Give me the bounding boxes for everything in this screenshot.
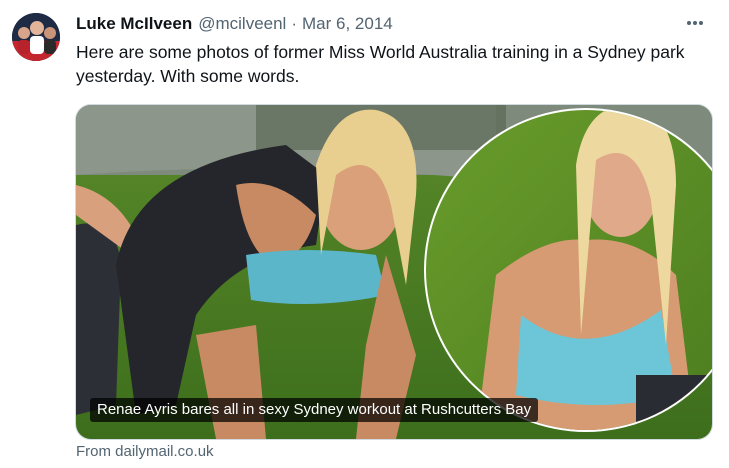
card-source-link[interactable]: From dailymail.co.uk [76, 443, 214, 460]
more-horizontal-icon [687, 21, 703, 25]
tweet-header: Luke McIlveen @mcilveenl · Mar 6, 2014 [76, 13, 709, 35]
avatar-photo [12, 13, 60, 61]
media-card-image[interactable]: Renae Ayris bares all in sexy Sydney wor… [75, 104, 713, 440]
image-caption: Renae Ayris bares all in sexy Sydney wor… [90, 398, 539, 422]
tweet-date[interactable]: Mar 6, 2014 [302, 14, 393, 34]
author-handle[interactable]: @mcilveenl [198, 14, 286, 34]
author-name[interactable]: Luke McIlveen [76, 14, 192, 34]
workout-photo [76, 105, 712, 439]
separator-dot: · [291, 14, 298, 33]
tweet-text: Here are some photos of former Miss Worl… [76, 42, 685, 86]
more-options-button[interactable] [681, 9, 709, 37]
avatar[interactable] [12, 13, 60, 61]
